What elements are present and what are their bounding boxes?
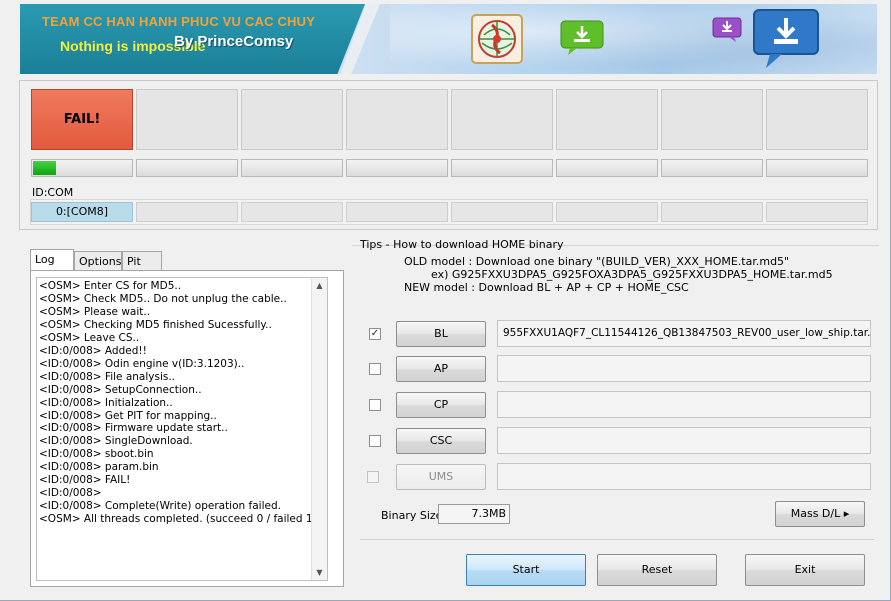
- progress-fill: [33, 161, 56, 175]
- com-port-4: [346, 202, 448, 222]
- progress-bar-3: [241, 159, 343, 177]
- download-icon-purple: [712, 17, 742, 42]
- slot-status-2: [136, 89, 238, 150]
- download-icon-blue: [753, 9, 819, 68]
- bl-button[interactable]: BL: [396, 321, 486, 347]
- com-port-5: [451, 202, 553, 222]
- odin-window: TEAM CC HAN HANH PHUC VU CAC CHUY Nothin…: [0, 0, 891, 601]
- ap-button[interactable]: AP: [396, 356, 486, 382]
- tab-log[interactable]: Log: [30, 249, 74, 272]
- scroll-up-icon[interactable]: ▲: [312, 278, 327, 293]
- idcom-label: ID:COM: [32, 186, 74, 199]
- slot-status-4: [346, 89, 448, 150]
- log-lines: <OSM> Enter CS for MD5.. <OSM> Check MD5.…: [39, 280, 317, 526]
- csc-button[interactable]: CSC: [396, 428, 486, 454]
- log-line: <ID:0/008> param.bin: [39, 461, 159, 474]
- slot-status-text: FAIL!: [63, 112, 101, 127]
- banner: TEAM CC HAN HANH PHUC VU CAC CHUY Nothin…: [20, 4, 877, 74]
- log-line: <ID:0/008> sboot.bin: [39, 448, 154, 461]
- log-line: <ID:0/008> Odin engine v(ID:3.1203)..: [39, 357, 245, 370]
- progress-bar-1: [31, 159, 133, 177]
- slot-status-6: [556, 89, 658, 150]
- log-line: <ID:0/008> Firmware update start..: [39, 422, 228, 435]
- reset-button[interactable]: Reset: [597, 554, 717, 586]
- start-button[interactable]: Start: [466, 554, 586, 586]
- binary-size-label: Binary Size: [381, 509, 443, 522]
- log-line: <OSM> Checking MD5 finished Sucessfully.…: [39, 318, 272, 331]
- progress-bar-6: [556, 159, 658, 177]
- csc-file-path[interactable]: [497, 427, 871, 454]
- log-textarea[interactable]: <OSM> Enter CS for MD5.. <OSM> Check MD5.…: [36, 277, 328, 581]
- log-line: <ID:0/008> File analysis..: [39, 370, 176, 383]
- slot-status-5: [451, 89, 553, 150]
- checkmark-icon: ✓: [370, 328, 380, 339]
- cp-checkbox[interactable]: [369, 399, 381, 411]
- tab-pit[interactable]: Pit: [122, 251, 162, 271]
- csc-checkbox[interactable]: [369, 435, 381, 447]
- slot-status-1: FAIL!: [31, 89, 133, 150]
- log-scrollbar[interactable]: ▲ ▼: [311, 278, 327, 580]
- scroll-down-icon[interactable]: ▼: [312, 565, 327, 580]
- log-line: <OSM> Check MD5.. Do not unplug the cabl…: [39, 292, 287, 305]
- cp-file-path[interactable]: [497, 391, 871, 418]
- log-line: <ID:0/008> Complete(Write) operation fai…: [39, 500, 281, 513]
- progress-bar-5: [451, 159, 553, 177]
- ap-checkbox[interactable]: [369, 363, 381, 375]
- log-line: <OSM> Enter CS for MD5..: [39, 280, 182, 292]
- author-text: By PrinceComsy: [174, 33, 294, 50]
- log-panel: <OSM> Enter CS for MD5.. <OSM> Check MD5.…: [30, 270, 344, 587]
- log-line: <ID:0/008> FAIL!: [39, 474, 131, 487]
- com-port-2: [136, 202, 238, 222]
- log-line: <ID:0/008> SingleDownload.: [39, 435, 193, 448]
- tip-new-model: NEW model : Download BL + AP + CP + HOME…: [404, 281, 689, 294]
- bl-file-path[interactable]: 955FXXU1AQF7_CL11544126_QB13847503_REV00…: [497, 320, 871, 347]
- bl-checkbox[interactable]: ✓: [369, 328, 381, 340]
- mass-dl-button[interactable]: Mass D/L ▸: [775, 501, 865, 527]
- binary-size-value: 7.3MB: [438, 504, 510, 524]
- com-port-3: [241, 202, 343, 222]
- globe-logo-icon: [471, 14, 523, 64]
- log-line: <ID:0/008> Initialzation..: [39, 396, 173, 409]
- divider: [360, 539, 874, 540]
- team-text: TEAM CC HAN HANH PHUC VU CAC CHUY: [42, 14, 316, 29]
- ums-checkbox: [367, 471, 379, 483]
- progress-bar-2: [136, 159, 238, 177]
- com-port-7: [661, 202, 763, 222]
- progress-bar-4: [346, 159, 448, 177]
- tab-options[interactable]: Options: [74, 251, 122, 271]
- ap-file-path[interactable]: [497, 355, 871, 382]
- cp-button[interactable]: CP: [396, 392, 486, 418]
- com-port-6: [556, 202, 658, 222]
- log-line: <ID:0/008> Get PIT for mapping..: [39, 409, 217, 422]
- ums-file-path: [497, 463, 871, 490]
- slot-status-7: [661, 89, 763, 150]
- com-port-8: [766, 202, 868, 222]
- slot-status-3: [241, 89, 343, 150]
- log-line: <OSM> All threads completed. (succeed 0 …: [39, 513, 317, 526]
- log-line: <ID:0/008> SetupConnection..: [39, 383, 202, 396]
- log-line: <OSM> Leave CS..: [39, 331, 140, 344]
- tip-example: ex) G925FXXU3DPA5_G925FOXA3DPA5_G925FXXU…: [431, 268, 833, 281]
- ums-button: UMS: [396, 464, 486, 490]
- tips-title: Tips - How to download HOME binary: [360, 238, 564, 251]
- log-line: <ID:0/008> Added!!: [39, 344, 147, 357]
- exit-button[interactable]: Exit: [745, 554, 865, 586]
- progress-bar-8: [766, 159, 868, 177]
- log-line: <ID:0/008>: [39, 487, 102, 500]
- download-icon-green: [560, 20, 604, 55]
- log-line: <OSM> Please wait..: [39, 305, 151, 318]
- device-slots-panel: FAIL! ID:COM 0:[COM8]: [19, 80, 878, 230]
- com-port-1: 0:[COM8]: [31, 202, 133, 222]
- progress-bar-7: [661, 159, 763, 177]
- tip-old-model: OLD model : Download one binary "(BUILD_…: [404, 255, 790, 268]
- slot-status-8: [766, 89, 868, 150]
